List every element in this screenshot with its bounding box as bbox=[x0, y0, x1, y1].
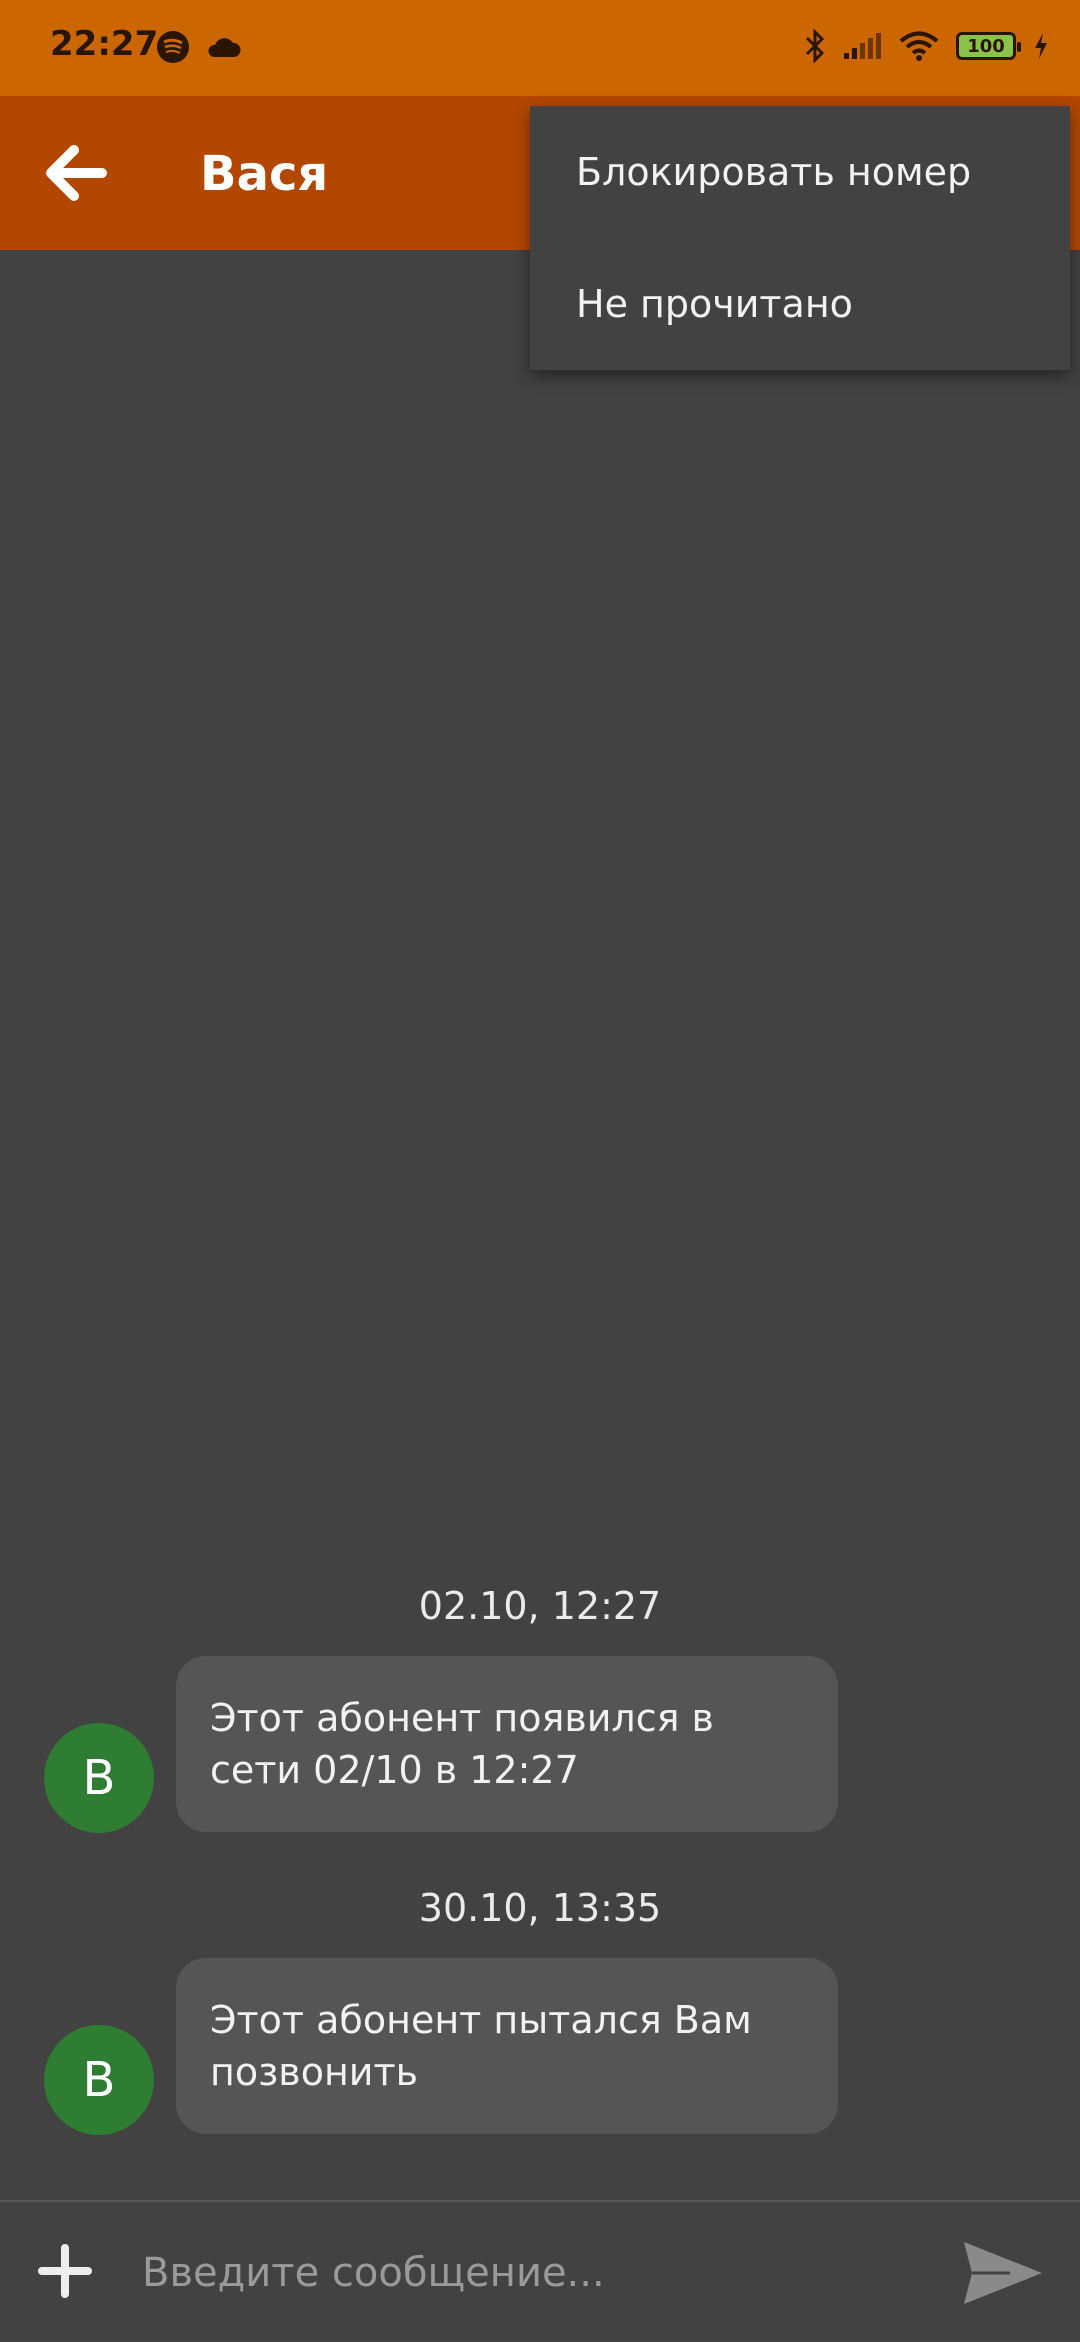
battery-level: 100 bbox=[967, 35, 1005, 57]
status-system-icons: 100 bbox=[804, 28, 1050, 64]
bluetooth-icon bbox=[805, 28, 825, 64]
status-bar: 22:27 100 bbox=[0, 0, 1080, 96]
charging-icon bbox=[1035, 33, 1047, 59]
send-button[interactable] bbox=[960, 2238, 1046, 2308]
wifi-icon bbox=[899, 31, 939, 61]
avatar[interactable]: В bbox=[44, 2025, 154, 2135]
composer-bar bbox=[0, 2200, 1080, 2342]
overflow-menu: Блокировать номер Не прочитано bbox=[530, 106, 1070, 370]
cloud-icon bbox=[208, 38, 241, 57]
plus-icon bbox=[38, 2244, 92, 2298]
arrow-left-icon bbox=[46, 145, 107, 201]
status-time: 22:27 bbox=[50, 24, 159, 64]
spotify-icon bbox=[157, 31, 189, 63]
message-input[interactable] bbox=[140, 2232, 924, 2314]
message-timestamp: 30.10, 13:35 bbox=[418, 1886, 662, 1930]
signal-icon bbox=[844, 33, 881, 59]
status-notification-icons bbox=[156, 30, 242, 64]
message-timestamp: 02.10, 12:27 bbox=[418, 1584, 662, 1628]
message-bubble[interactable]: Этот абонент появился в сети 02/10 в 12:… bbox=[176, 1656, 838, 1832]
send-icon bbox=[964, 2242, 1042, 2304]
menu-item-block-number[interactable]: Блокировать номер bbox=[530, 106, 1070, 238]
avatar[interactable]: В bbox=[44, 1723, 154, 1833]
battery-icon: 100 bbox=[956, 32, 1021, 60]
message-bubble[interactable]: Этот абонент пытался Вам позвонить bbox=[176, 1958, 838, 2134]
menu-item-mark-unread[interactable]: Не прочитано bbox=[530, 238, 1070, 370]
attach-button[interactable] bbox=[36, 2242, 94, 2300]
back-button[interactable] bbox=[40, 140, 110, 206]
conversation-title: Вася bbox=[200, 146, 329, 202]
